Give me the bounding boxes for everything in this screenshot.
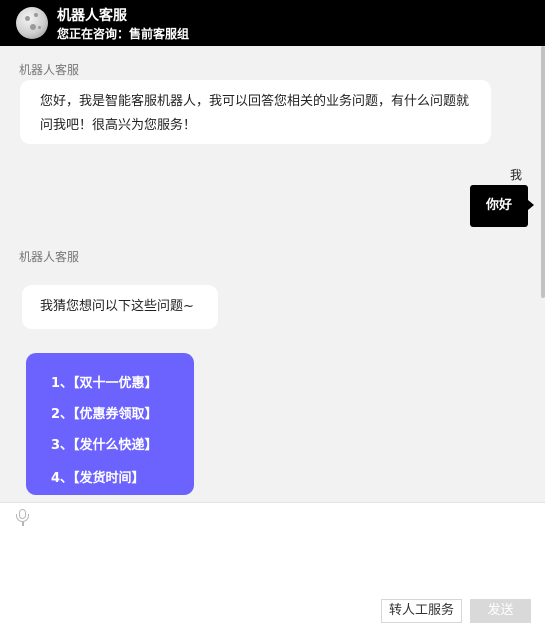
faq-card: 1、【双十一优惠】 2、【优惠券领取】 3、【发什么快递】 4、【发货时间】	[26, 353, 194, 495]
message-list-scrollbar[interactable]	[541, 46, 545, 298]
microphone-icon[interactable]	[16, 509, 30, 527]
faq-item[interactable]: 2、【优惠券领取】	[51, 403, 158, 422]
header-subtitle: 您正在咨询：售前客服组	[57, 27, 190, 41]
faq-item[interactable]: 4、【发货时间】	[51, 467, 145, 486]
faq-item[interactable]: 3、【发什么快递】	[51, 434, 158, 453]
bot-guess-bubble: 我猜您想问以下这些问题~	[22, 285, 218, 329]
human-service-button[interactable]: 转人工服务	[381, 599, 462, 623]
bot-greeting-bubble: 您好，我是智能客服机器人，我可以回答您相关的业务问题，有什么问题就问我吧！很高兴…	[20, 80, 491, 144]
user-message-bubble: 你好	[470, 185, 528, 227]
user-sender-name: 我	[509, 168, 522, 182]
send-button[interactable]: 发送	[470, 599, 531, 623]
user-bubble-tail	[528, 200, 534, 210]
chat-header: 机器人客服 您正在咨询：售前客服组	[0, 0, 545, 46]
faq-item[interactable]: 1、【双十一优惠】	[51, 372, 158, 391]
bot-sender-name: 机器人客服	[19, 250, 80, 264]
moon-avatar-icon	[16, 7, 48, 39]
composer: 转人工服务 发送	[0, 502, 545, 631]
message-input[interactable]	[40, 509, 530, 589]
bot-sender-name: 机器人客服	[19, 63, 80, 77]
header-title: 机器人客服	[57, 8, 127, 24]
